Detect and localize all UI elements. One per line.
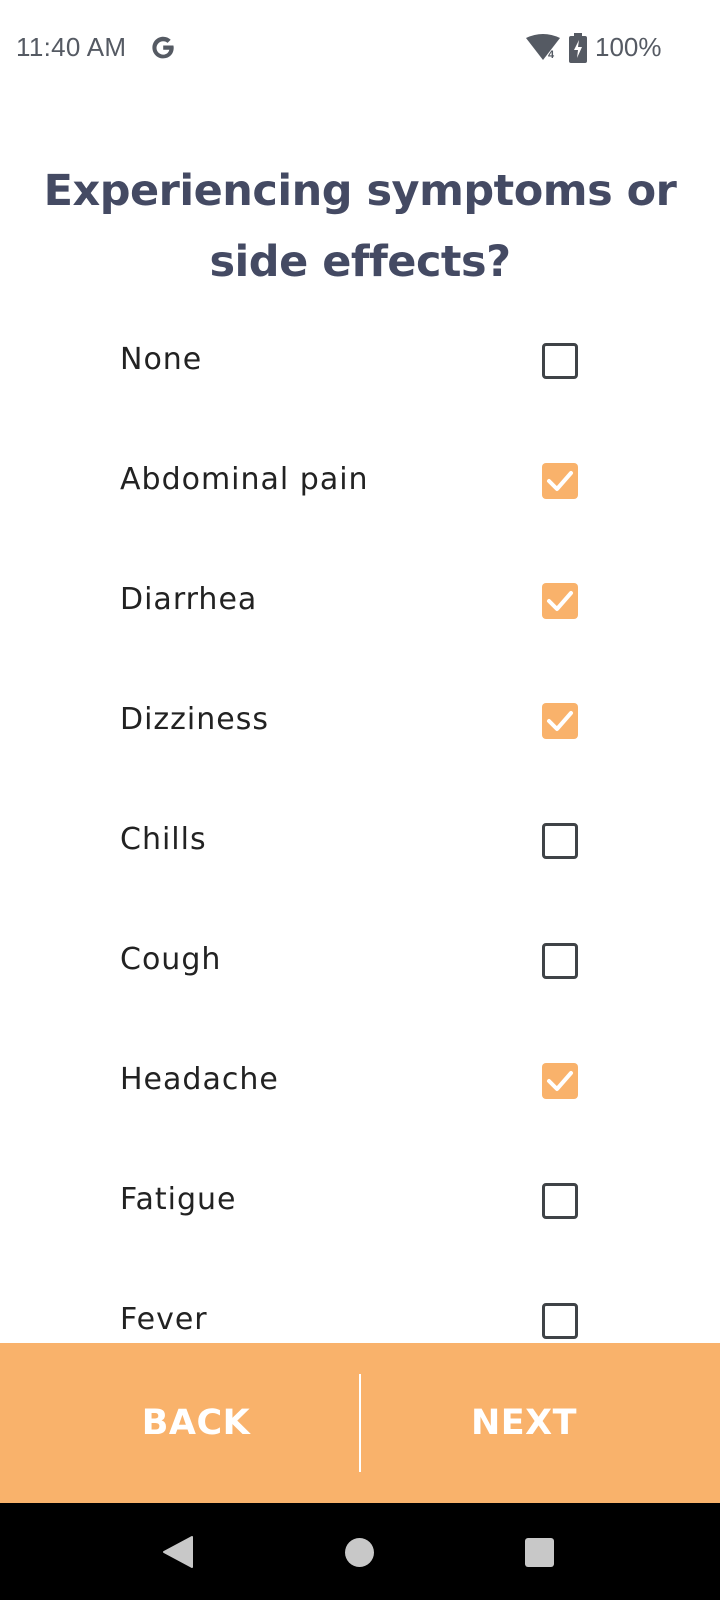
symptom-list: None Abdominal pain Diarrhea Dizziness C… bbox=[0, 300, 720, 1380]
status-time: 11:40 AM bbox=[16, 32, 127, 62]
next-button[interactable]: NEXT bbox=[344, 1343, 704, 1503]
symptom-label: None bbox=[120, 342, 203, 377]
symptom-checkbox[interactable] bbox=[542, 1063, 578, 1099]
symptom-label: Cough bbox=[120, 942, 222, 977]
symptom-label: Fatigue bbox=[120, 1182, 237, 1217]
symptom-label: Abdominal pain bbox=[120, 462, 369, 497]
wifi-badge: 4 bbox=[548, 49, 555, 61]
symptom-checkbox[interactable] bbox=[542, 943, 578, 979]
checkmark-icon bbox=[547, 711, 573, 731]
symptom-checkbox[interactable] bbox=[542, 343, 578, 379]
checkmark-icon bbox=[547, 1071, 573, 1091]
google-g-icon bbox=[152, 36, 174, 59]
symptom-checkbox[interactable] bbox=[542, 1183, 578, 1219]
symptom-label: Chills bbox=[120, 822, 207, 857]
symptom-checkbox[interactable] bbox=[542, 463, 578, 499]
back-button[interactable]: BACK bbox=[16, 1343, 376, 1503]
action-bar: BACK NEXT bbox=[0, 1343, 720, 1503]
status-bar: 11:40 AM 4 100% bbox=[0, 0, 720, 96]
symptom-label: Diarrhea bbox=[120, 582, 258, 617]
symptom-checkbox[interactable] bbox=[542, 703, 578, 739]
symptom-row-headache[interactable]: Headache bbox=[0, 1020, 720, 1140]
symptom-checkbox[interactable] bbox=[542, 583, 578, 619]
symptom-row-diarrhea[interactable]: Diarrhea bbox=[0, 540, 720, 660]
nav-back-icon[interactable] bbox=[162, 1535, 194, 1569]
battery-percentage: 100% bbox=[595, 32, 662, 62]
symptom-row-cough[interactable]: Cough bbox=[0, 900, 720, 1020]
nav-home-icon[interactable] bbox=[345, 1538, 374, 1567]
nav-recents-icon[interactable] bbox=[525, 1538, 554, 1567]
symptom-label: Headache bbox=[120, 1062, 279, 1097]
checkmark-icon bbox=[547, 591, 573, 611]
symptom-row-fatigue[interactable]: Fatigue bbox=[0, 1140, 720, 1260]
page-title: Experiencing symptoms or side effects? bbox=[43, 166, 677, 287]
wifi-icon: 4 bbox=[526, 34, 560, 61]
symptom-checkbox[interactable] bbox=[542, 823, 578, 859]
symptom-label: Dizziness bbox=[120, 702, 269, 737]
symptom-checkbox[interactable] bbox=[542, 1303, 578, 1339]
symptom-row-chills[interactable]: Chills bbox=[0, 780, 720, 900]
symptom-label: Fever bbox=[120, 1302, 208, 1337]
symptom-row-abdominal-pain[interactable]: Abdominal pain bbox=[0, 420, 720, 540]
checkmark-icon bbox=[547, 471, 573, 491]
battery-charging-icon bbox=[569, 33, 587, 63]
symptom-row-dizziness[interactable]: Dizziness bbox=[0, 660, 720, 780]
symptom-row-none[interactable]: None bbox=[0, 300, 720, 420]
system-nav-bar bbox=[0, 1503, 720, 1600]
